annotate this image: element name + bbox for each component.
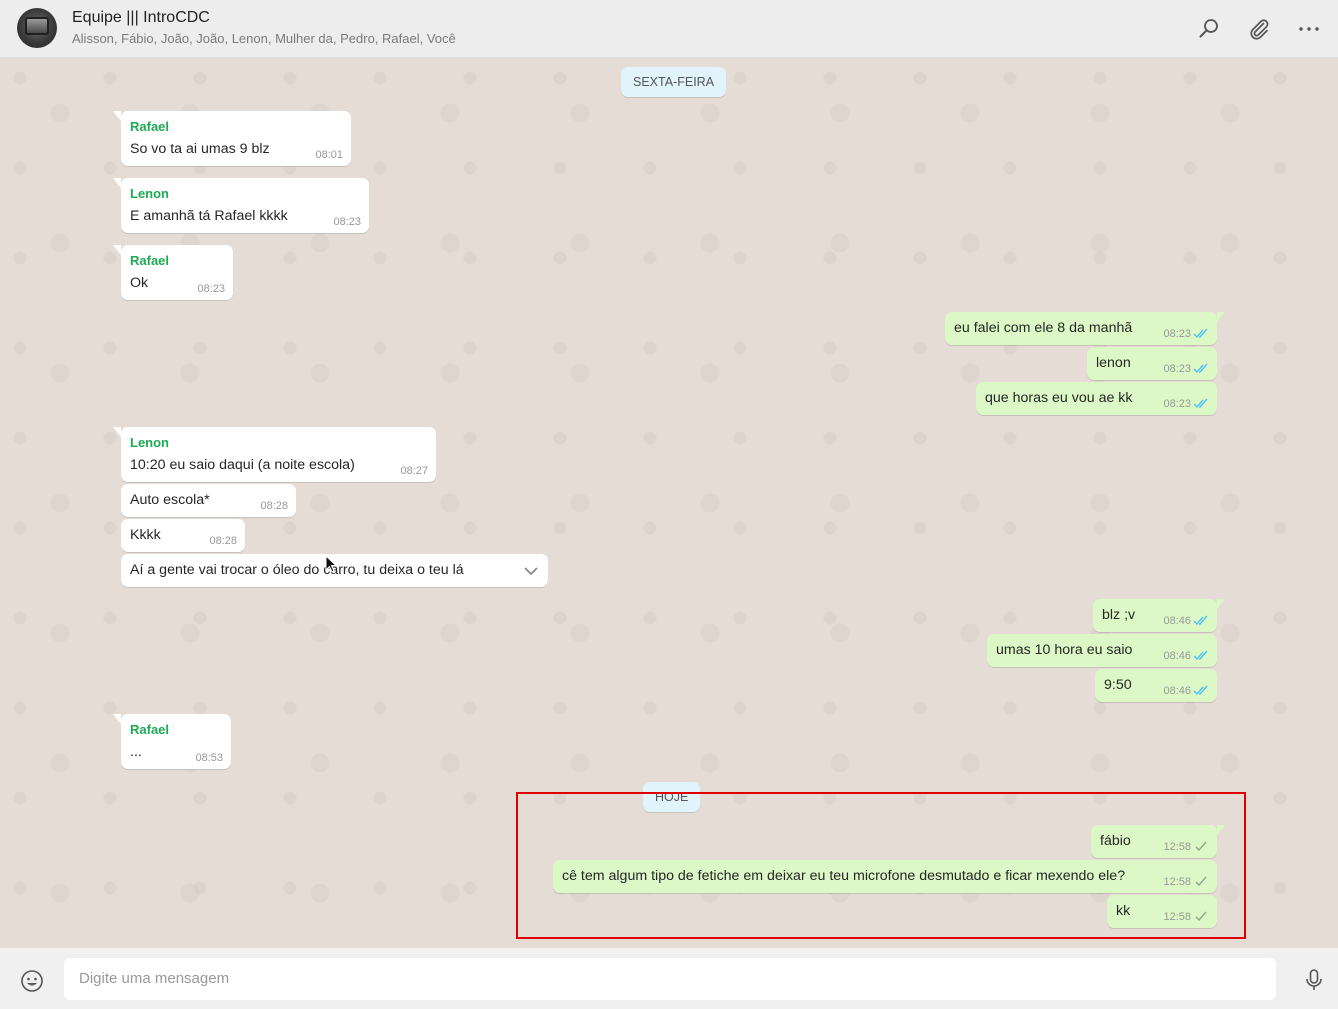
- message-outgoing[interactable]: blz ;v 08:46: [1093, 599, 1225, 632]
- composer-bar: Digite uma mensagem: [0, 948, 1338, 1009]
- message-time: 12:58: [1163, 876, 1191, 888]
- message-time: 12:58: [1163, 911, 1191, 923]
- message-incoming[interactable]: Lenon 10:20 eu saio daqui (a noite escol…: [113, 427, 436, 482]
- message-text: Ok: [130, 275, 149, 291]
- emoji-icon[interactable]: [20, 969, 44, 993]
- message-text: 9:50: [1104, 677, 1132, 693]
- message-time: 08:23: [197, 283, 225, 295]
- message-time: 08:23: [1163, 398, 1191, 410]
- sender-name[interactable]: Rafael: [130, 253, 169, 268]
- message-list[interactable]: SEXTA-FEIRA Rafael So vo ta ai umas 9 bl…: [0, 58, 1338, 948]
- chevron-down-icon[interactable]: [522, 562, 540, 580]
- message-text: kk: [1116, 903, 1131, 919]
- message-text: umas 10 hora eu saio: [996, 642, 1133, 658]
- message-text: Aí a gente vai trocar o óleo do carro, t…: [130, 562, 464, 578]
- sender-name[interactable]: Rafael: [130, 722, 169, 737]
- read-ticks-icon: [1193, 615, 1208, 626]
- message-text: que horas eu vou ae kk: [985, 390, 1133, 406]
- message-incoming[interactable]: Lenon E amanhã tá Rafael kkkk 08:23: [113, 178, 369, 233]
- message-time: 08:46: [1163, 615, 1191, 627]
- message-time: 08:23: [1163, 328, 1191, 340]
- message-time: 08:46: [1163, 650, 1191, 662]
- message-outgoing[interactable]: eu falei com ele 8 da manhã 08:23: [945, 312, 1225, 345]
- message-text: Kkkk: [130, 527, 161, 543]
- message-outgoing[interactable]: fábio 12:58: [1091, 825, 1225, 858]
- read-ticks-icon: [1193, 398, 1208, 409]
- message-incoming[interactable]: Kkkk 08:28: [121, 519, 245, 552]
- sender-name[interactable]: Rafael: [130, 119, 169, 134]
- group-participants[interactable]: Alisson, Fábio, João, João, Lenon, Mulhe…: [72, 31, 456, 46]
- message-outgoing[interactable]: 9:50 08:46: [1095, 669, 1217, 702]
- mouse-cursor-icon: [325, 555, 337, 573]
- message-text: blz ;v: [1102, 607, 1136, 623]
- sent-tick-icon: [1195, 876, 1207, 887]
- read-ticks-icon: [1193, 363, 1208, 374]
- day-separator-today: HOJE: [643, 782, 701, 812]
- message-time: 08:28: [260, 500, 288, 512]
- message-time: 08:46: [1163, 685, 1191, 697]
- message-incoming[interactable]: Auto escola* 08:28: [121, 484, 296, 517]
- sender-name[interactable]: Lenon: [130, 435, 169, 450]
- sent-tick-icon: [1195, 841, 1207, 852]
- message-text: ...: [130, 744, 142, 760]
- message-incoming[interactable]: Rafael So vo ta ai umas 9 blz 08:01: [113, 111, 351, 166]
- message-text: fábio: [1100, 833, 1131, 849]
- message-outgoing[interactable]: kk 12:58: [1107, 895, 1217, 928]
- message-time: 08:53: [195, 752, 223, 764]
- message-time: 08:01: [315, 149, 343, 161]
- message-outgoing[interactable]: umas 10 hora eu saio 08:46: [987, 634, 1217, 667]
- sender-name[interactable]: Lenon: [130, 186, 169, 201]
- message-outgoing[interactable]: cê tem algum tipo de fetiche em deixar e…: [553, 860, 1217, 893]
- message-time: 08:28: [209, 535, 237, 547]
- day-separator-friday: SEXTA-FEIRA: [621, 67, 727, 97]
- message-text: eu falei com ele 8 da manhã: [954, 320, 1133, 336]
- message-text: lenon: [1096, 355, 1131, 371]
- menu-icon[interactable]: [1297, 17, 1321, 41]
- read-ticks-icon: [1193, 650, 1208, 661]
- attach-icon[interactable]: [1247, 17, 1271, 41]
- message-time: 08:27: [400, 465, 428, 477]
- message-text: So vo ta ai umas 9 blz: [130, 141, 270, 157]
- message-text: 10:20 eu saio daqui (a noite escola): [130, 457, 355, 473]
- message-outgoing[interactable]: lenon 08:23: [1087, 347, 1217, 380]
- group-title[interactable]: Equipe ||| IntroCDC: [72, 9, 210, 27]
- chat-header: Equipe ||| IntroCDC Alisson, Fábio, João…: [0, 0, 1338, 58]
- group-avatar[interactable]: [17, 8, 57, 48]
- message-text: E amanhã tá Rafael kkkk: [130, 208, 288, 224]
- sent-tick-icon: [1195, 911, 1207, 922]
- microphone-icon[interactable]: [1302, 968, 1326, 992]
- message-text: Auto escola*: [130, 492, 210, 508]
- message-incoming[interactable]: Rafael ... 08:53: [113, 714, 231, 769]
- message-outgoing[interactable]: que horas eu vou ae kk 08:23: [976, 382, 1217, 415]
- message-time: 12:58: [1163, 841, 1191, 853]
- message-input[interactable]: Digite uma mensagem: [64, 958, 1276, 1000]
- read-ticks-icon: [1193, 685, 1208, 696]
- message-incoming[interactable]: Rafael Ok 08:23: [113, 245, 233, 300]
- read-ticks-icon: [1193, 328, 1208, 339]
- message-time: 08:23: [333, 216, 361, 228]
- message-time: 08:23: [1163, 363, 1191, 375]
- search-icon[interactable]: [1197, 17, 1221, 41]
- message-text: cê tem algum tipo de fetiche em deixar e…: [562, 868, 1126, 884]
